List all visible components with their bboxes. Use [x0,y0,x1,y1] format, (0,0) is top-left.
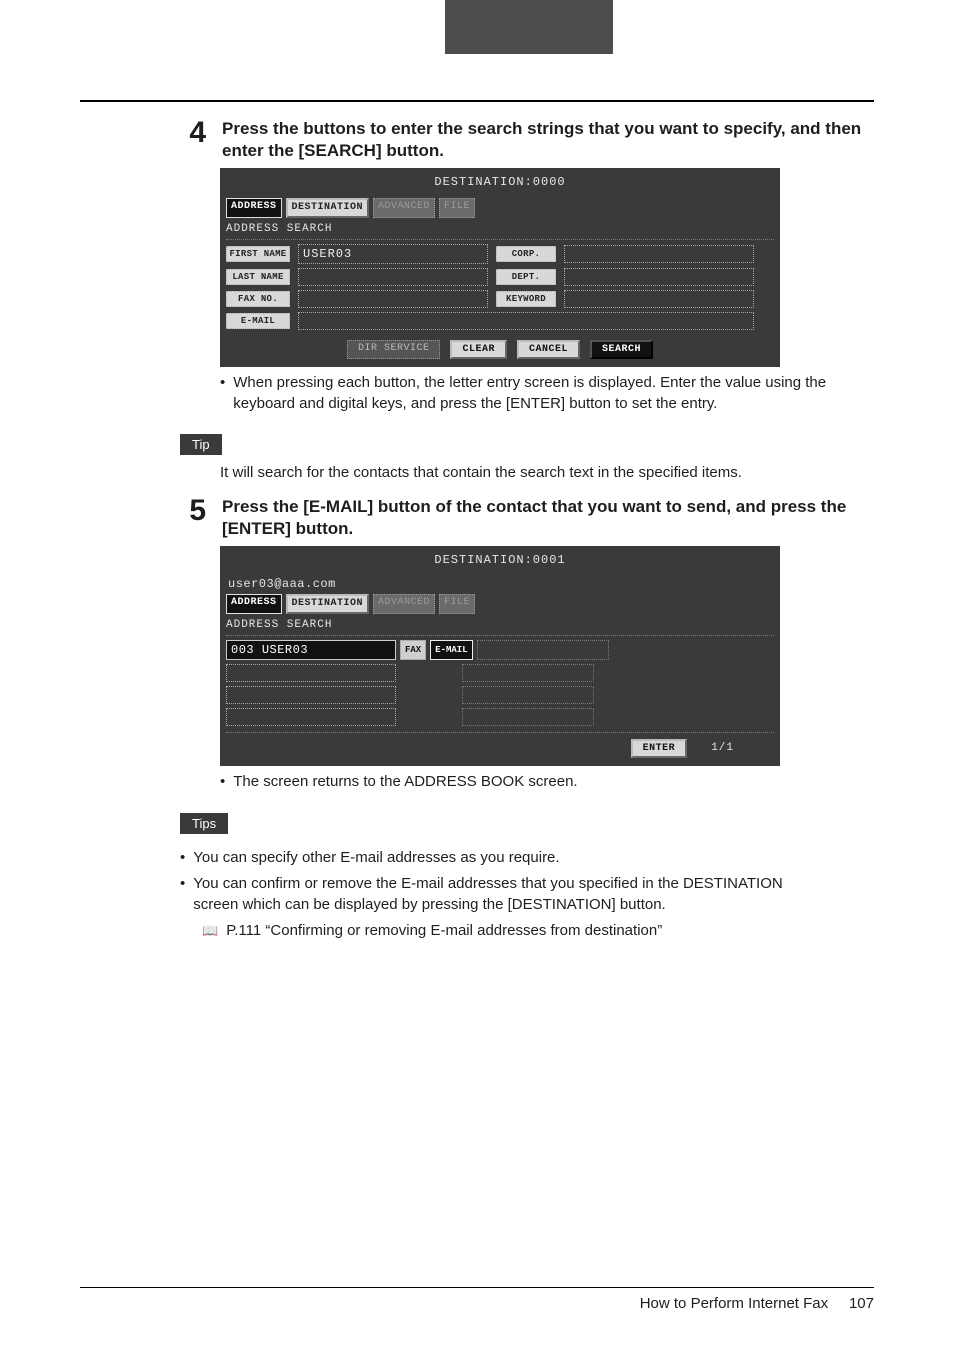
step-4: 4 Press the buttons to enter the search … [180,118,874,162]
tip-item-1: You can specify other E-mail addresses a… [180,848,820,868]
dir-service-button[interactable]: DIR SERVICE [347,340,441,360]
footer: How to Perform Internet Fax 107 [640,1294,874,1314]
result-row-3b-empty [462,686,594,704]
corp-button[interactable]: CORP. [496,246,556,262]
tab-destination[interactable]: DESTINATION [286,198,370,218]
corp-value [564,245,754,263]
step-5: 5 Press the [E-MAIL] button of the conta… [180,496,874,540]
tip-label: Tip [180,434,222,456]
fax-no-value [298,290,488,308]
step-5-number: 5 [180,496,206,526]
tip-item-2: You can confirm or remove the E-mail add… [180,874,820,915]
footer-title: How to Perform Internet Fax [640,1295,828,1312]
bullet-icon [220,772,225,792]
tab-address[interactable]: ADDRESS [226,198,282,218]
email-button[interactable]: E-MAIL [226,313,290,329]
reference-text: P.111 “Confirming or removing E-mail add… [226,921,662,941]
tab-advanced[interactable]: ADVANCED [373,198,435,218]
note-1: When pressing each button, the letter en… [220,373,860,414]
page-indicator: 1/1 [711,741,774,756]
result-row-1b-empty [477,640,609,660]
lcd2-title: DESTINATION:0001 [226,550,774,576]
lcd2-section-label: ADDRESS SEARCH [226,616,774,636]
note-1-text: When pressing each button, the letter en… [233,373,860,414]
tab-destination-2[interactable]: DESTINATION [286,594,370,614]
tip-item-1-text: You can specify other E-mail addresses a… [193,848,559,868]
keyword-button[interactable]: KEYWORD [496,291,556,307]
tip-text: It will search for the contacts that con… [220,464,742,481]
header-tab-block [445,0,613,54]
lcd1-section-label: ADDRESS SEARCH [226,220,774,240]
result-row-1-id: 003 [231,643,254,657]
cancel-button[interactable]: CANCEL [517,340,580,360]
tip-item-2-text: You can confirm or remove the E-mail add… [193,874,820,915]
dept-value [564,268,754,286]
result-row-4b-empty [462,708,594,726]
last-name-button[interactable]: LAST NAME [226,269,290,285]
tab-file-2[interactable]: FILE [439,594,475,614]
step-4-text: Press the buttons to enter the search st… [222,118,874,162]
dept-button[interactable]: DEPT. [496,269,556,285]
keyword-value [564,290,754,308]
fax-no-button[interactable]: FAX NO. [226,291,290,307]
last-name-value [298,268,488,286]
first-name-value: USER03 [298,244,488,264]
lcd1-title: DESTINATION:0000 [226,172,774,198]
enter-button[interactable]: ENTER [631,739,688,759]
result-row-1-name: USER03 [262,643,308,657]
search-button[interactable]: SEARCH [590,340,653,360]
tab-file[interactable]: FILE [439,198,475,218]
result-row-3-empty [226,686,396,704]
bullet-icon [180,848,185,868]
email-value [298,312,754,330]
lcd-panel-address-search: DESTINATION:0000 ADDRESS DESTINATION ADV… [220,168,780,367]
result-row-4-empty [226,708,396,726]
note-2-text: The screen returns to the ADDRESS BOOK s… [233,772,577,792]
first-name-button[interactable]: FIRST NAME [226,246,290,262]
result-row-2-empty [226,664,396,682]
result-row-1[interactable]: 003 USER03 [226,640,396,660]
bullet-icon [180,874,185,915]
lcd2-selected-address: user03@aaa.com [226,576,774,594]
result-row-2b-empty [462,664,594,682]
note-2: The screen returns to the ADDRESS BOOK s… [220,772,860,792]
tips-label: Tips [180,813,228,835]
step-4-number: 4 [180,118,206,148]
footer-rule [80,1287,874,1288]
book-icon [202,921,218,941]
footer-page: 107 [849,1295,874,1312]
clear-button[interactable]: CLEAR [450,340,507,360]
result-row-1-email-button[interactable]: E-MAIL [430,640,472,660]
header-rule [80,100,874,102]
bullet-icon [220,373,225,414]
reference-link: P.111 “Confirming or removing E-mail add… [202,921,820,941]
step-5-text: Press the [E-MAIL] button of the contact… [222,496,874,540]
tab-advanced-2[interactable]: ADVANCED [373,594,435,614]
tab-address-2[interactable]: ADDRESS [226,594,282,614]
result-row-1-fax-button[interactable]: FAX [400,640,426,660]
lcd-panel-search-results: DESTINATION:0001 user03@aaa.com ADDRESS … [220,546,780,766]
